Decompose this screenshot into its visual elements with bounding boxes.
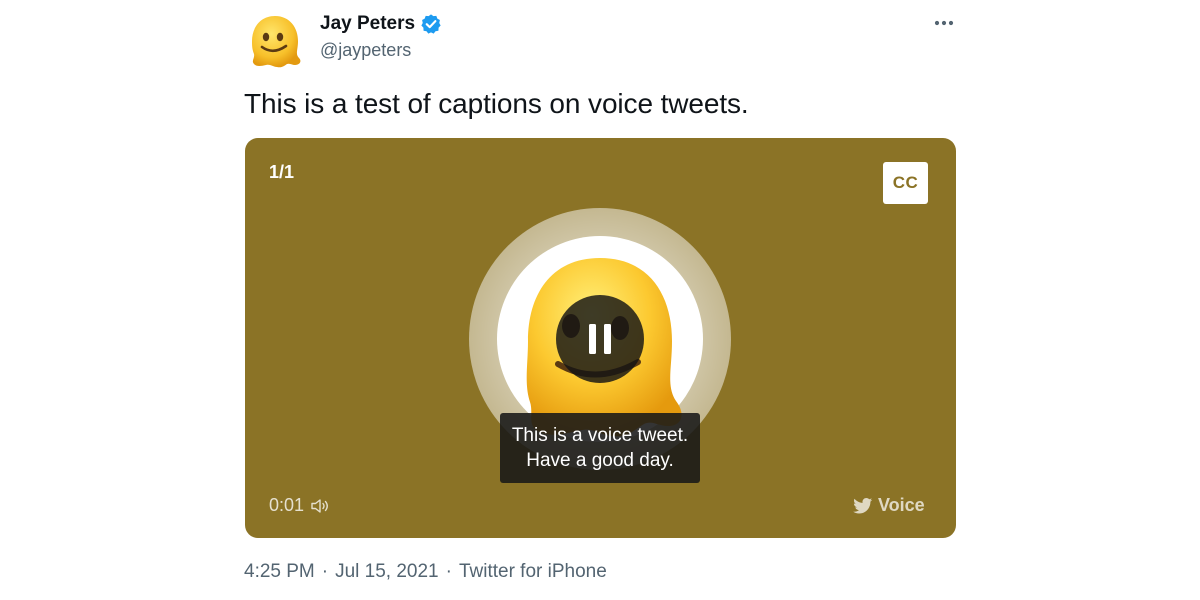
voice-counter: 1/1 (269, 162, 295, 182)
author-handle[interactable]: @jaypeters (320, 40, 411, 61)
voice-badge: Voice (853, 495, 925, 516)
more-horizontal-icon (934, 20, 954, 26)
twitter-bird-icon (853, 497, 873, 515)
avatar[interactable] (244, 10, 306, 72)
caption-line: Have a good day. (526, 450, 674, 471)
caption-line: This is a voice tweet. (511, 425, 689, 446)
elapsed-time: 0:01 (269, 495, 330, 516)
captions-toggle-button[interactable]: CC (883, 162, 928, 204)
verified-badge-icon (420, 13, 442, 35)
tweet-time[interactable]: 4:25 PM (244, 561, 315, 582)
pause-icon (589, 324, 611, 354)
caption-overlay: This is a voice tweet. Have a good day. (500, 413, 700, 483)
separator: · (445, 561, 452, 582)
tweet-text: This is a test of captions on voice twee… (244, 88, 749, 119)
speaker-icon[interactable] (310, 497, 330, 515)
more-options-button[interactable] (926, 8, 962, 38)
voice-badge-label: Voice (878, 495, 925, 515)
separator: · (321, 561, 329, 582)
author-name[interactable]: Jay Peters (320, 13, 442, 35)
tweet-date[interactable]: Jul 15, 2021 (335, 561, 439, 582)
pause-button[interactable] (556, 295, 644, 383)
author-name-text[interactable]: Jay Peters (320, 13, 415, 35)
tweet-source-link[interactable]: Twitter for iPhone (459, 561, 607, 582)
melting-face-icon (252, 16, 301, 68)
voice-tweet-player[interactable]: 1/1 CC This is a voice tweet. Have a goo… (245, 138, 956, 538)
elapsed-time-text: 0:01 (269, 495, 305, 515)
tweet-metadata: 4:25 PM · Jul 15, 2021 · Twitter for iPhone (244, 561, 607, 583)
tweet-page: Jay Peters @jaypeters This is a test of … (0, 0, 1200, 600)
